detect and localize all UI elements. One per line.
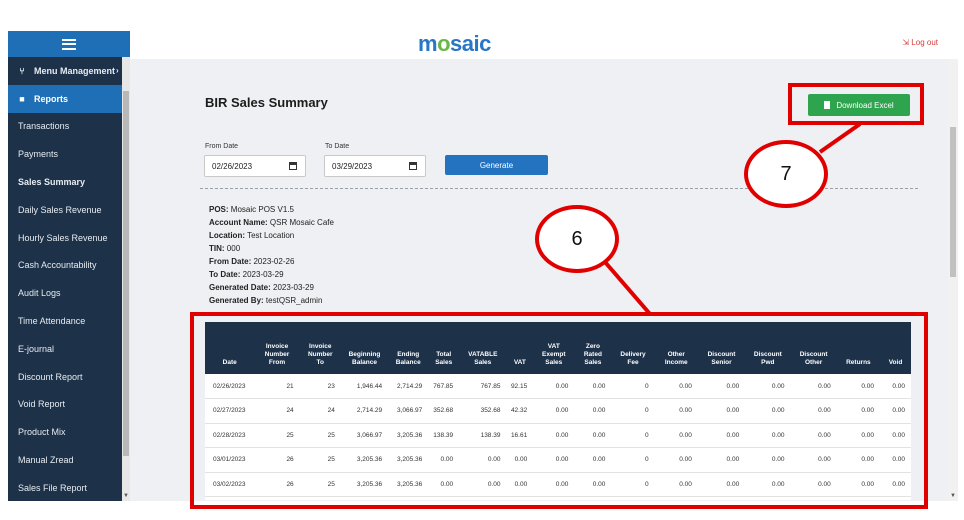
sidebar-scrollbar[interactable]: ▼	[122, 57, 130, 501]
generate-button[interactable]: Generate	[445, 155, 548, 175]
from-date-input[interactable]: 02/26/2023	[204, 155, 306, 177]
sidebar-item-daily-sales-revenue[interactable]: Daily Sales Revenue	[8, 196, 130, 224]
scroll-down-arrow-icon[interactable]: ▼	[950, 493, 956, 499]
sidebar-item-label: Manual Zread	[18, 455, 74, 466]
callout-circle-7: 7	[744, 140, 828, 208]
download-highlight-box	[788, 83, 924, 125]
chevron-right-icon: ›	[116, 66, 119, 76]
info-line: POS: Mosaic POS V1.5	[209, 203, 294, 216]
info-value: QSR Mosaic Cafe	[269, 218, 334, 227]
sidebar-item-sales-summary[interactable]: Sales Summary	[8, 168, 130, 196]
sidebar-item-label: Time Attendance	[18, 316, 86, 327]
document-icon: ■	[19, 93, 25, 104]
sidebar-item-label: Cash Accountability	[18, 260, 97, 271]
to-date-input[interactable]: 03/29/2023	[324, 155, 426, 177]
sidebar-item-label: E-journal	[18, 343, 55, 354]
info-label: To Date:	[209, 270, 241, 279]
info-line: Account Name: QSR Mosaic Cafe	[209, 216, 334, 229]
info-line: From Date: 2023-02-26	[209, 255, 294, 268]
sidebar-scrollbar-thumb[interactable]	[123, 91, 129, 456]
info-line: Location: Test Location	[209, 229, 294, 242]
to-date-label: To Date	[325, 143, 350, 150]
info-value: Mosaic POS V1.5	[230, 205, 294, 214]
sidebar-item-label: Reports	[34, 93, 69, 104]
info-value: Test Location	[247, 231, 295, 240]
info-value: testQSR_admin	[265, 296, 323, 305]
info-line: To Date: 2023-03-29	[209, 268, 284, 281]
sidebar-item-label: Transactions	[18, 121, 70, 132]
sidebar-item-manual-zread[interactable]: Manual Zread	[8, 446, 130, 474]
sidebar-item-label: Product Mix	[18, 427, 66, 438]
info-value: 2023-03-29	[242, 270, 284, 279]
sidebar-item-label: Hourly Sales Revenue	[18, 232, 108, 243]
sidebar-item-cash-accountability[interactable]: Cash Accountability	[8, 252, 130, 280]
sidebar-item-void-report[interactable]: Void Report	[8, 391, 130, 419]
calendar-icon[interactable]	[409, 162, 417, 170]
hamburger-icon	[62, 38, 76, 50]
main-scrollbar-thumb[interactable]	[950, 127, 956, 277]
sidebar-item-payments[interactable]: Payments	[8, 140, 130, 168]
sidebar-item-product-mix[interactable]: Product Mix	[8, 418, 130, 446]
calendar-icon[interactable]	[289, 162, 297, 170]
sidebar: ⑂ Menu Management › ■ Reports Transactions Pay…	[8, 31, 130, 501]
logout-link[interactable]: ⇲ Log out	[902, 38, 938, 47]
info-value: 2023-03-29	[273, 283, 314, 292]
sidebar-item-label: Daily Sales Revenue	[18, 204, 102, 215]
logout-icon: ⇲	[902, 38, 912, 47]
sidebar-item-label: Menu Management	[34, 65, 116, 76]
info-label: Account Name:	[209, 218, 268, 227]
from-date-label: From Date	[205, 143, 239, 150]
info-label: TIN:	[209, 244, 225, 253]
info-label: Generated By:	[209, 296, 264, 305]
sidebar-toggle[interactable]	[8, 31, 130, 57]
table-highlight-box	[190, 312, 928, 509]
sidebar-item-audit-logs[interactable]: Audit Logs	[8, 279, 130, 307]
info-label: POS:	[209, 205, 229, 214]
sidebar-item-label: Audit Logs	[18, 288, 61, 299]
info-value: 000	[226, 244, 241, 253]
sidebar-menu: ⑂ Menu Management › ■ Reports Transactions Pay…	[8, 57, 130, 501]
info-label: From Date:	[209, 257, 252, 266]
top-bar: mosaic ⇲ Log out	[130, 31, 948, 59]
sidebar-item-label: Sales Summary	[18, 177, 86, 188]
info-label: Location:	[209, 231, 245, 240]
sidebar-item-label: Payments	[18, 149, 59, 160]
mosaic-logo[interactable]: mosaic	[418, 31, 491, 57]
fork-knife-icon: ⑂	[19, 65, 25, 76]
sidebar-item-menu-management[interactable]: ⑂ Menu Management ›	[8, 57, 130, 85]
sidebar-item-reports[interactable]: ■ Reports	[8, 84, 130, 113]
sidebar-item-discount-report[interactable]: Discount Report	[8, 363, 130, 391]
sidebar-item-time-attendance[interactable]: Time Attendance	[8, 307, 130, 335]
main-scrollbar[interactable]: ▼	[948, 59, 958, 501]
page-title: BIR Sales Summary	[205, 95, 328, 110]
sidebar-item-e-journal[interactable]: E-journal	[8, 335, 130, 363]
callout-circle-6: 6	[535, 205, 619, 273]
info-line: TIN: 000	[209, 242, 240, 255]
sidebar-item-hourly-sales-revenue[interactable]: Hourly Sales Revenue	[8, 224, 130, 252]
scroll-down-arrow-icon[interactable]: ▼	[123, 493, 129, 499]
sidebar-item-label: Void Report	[18, 399, 66, 410]
sidebar-item-label: Discount Report	[18, 371, 83, 382]
info-line: Generated Date: 2023-03-29	[209, 281, 314, 294]
sidebar-item-sales-file-report[interactable]: Sales File Report	[8, 474, 130, 501]
sidebar-item-transactions[interactable]: Transactions	[8, 113, 130, 141]
info-line: Generated By: testQSR_admin	[209, 294, 322, 307]
info-value: 2023-02-26	[253, 257, 295, 266]
info-label: Generated Date:	[209, 283, 271, 292]
sidebar-item-label: Sales File Report	[18, 482, 88, 493]
